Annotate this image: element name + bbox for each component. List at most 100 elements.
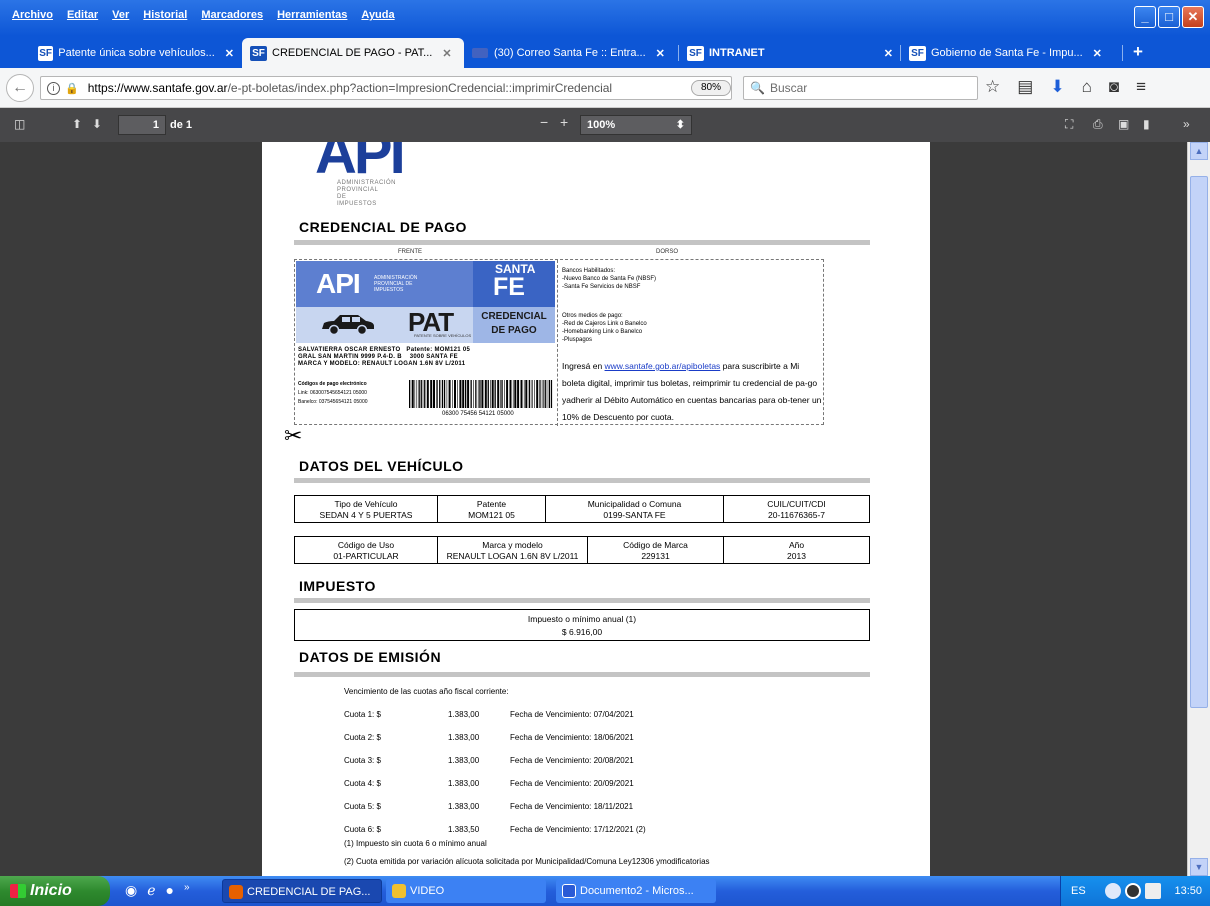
barcode-bar bbox=[465, 380, 467, 408]
tray-back-icon[interactable] bbox=[1105, 883, 1121, 899]
pocket-icon[interactable]: ◙ bbox=[1109, 77, 1119, 97]
barcode-bar bbox=[441, 380, 444, 408]
cuota-fecha: Fecha de Vencimiento: 07/04/2021 bbox=[510, 710, 634, 719]
chevron-icon[interactable]: » bbox=[184, 882, 190, 899]
barcode-bar bbox=[534, 380, 535, 408]
scroll-down-button[interactable]: ▼ bbox=[1190, 858, 1208, 876]
bookmark-icon[interactable]: ▮ bbox=[1143, 117, 1150, 131]
maximize-button[interactable]: □ bbox=[1158, 6, 1180, 28]
barcode-bar bbox=[411, 380, 414, 408]
download-icon[interactable]: ⬇ bbox=[1050, 77, 1064, 97]
barcode-bar bbox=[504, 380, 505, 408]
barcode-bar bbox=[446, 380, 448, 408]
tab-correo[interactable]: (30) Correo Santa Fe :: Entra... ✕ bbox=[464, 38, 679, 68]
tab-credencial[interactable]: SF CREDENCIAL DE PAGO - PAT... ✕ bbox=[242, 38, 464, 68]
hamburger-menu-icon[interactable]: ≡ bbox=[1136, 77, 1146, 97]
menu-herramientas[interactable]: Herramientas bbox=[277, 9, 347, 21]
task-documento[interactable]: Documento2 - Micros... bbox=[556, 879, 716, 903]
card-codes: Códigos de pago electrónico Link: 063007… bbox=[298, 381, 368, 405]
cuota-fecha: Fecha de Vencimiento: 18/06/2021 bbox=[510, 733, 634, 742]
desktop-icon[interactable]: ◉ bbox=[125, 882, 137, 899]
zoom-out-icon[interactable]: − bbox=[540, 114, 548, 130]
zoom-select[interactable]: 100% ⬍ bbox=[580, 115, 692, 135]
menu-ver[interactable]: Ver bbox=[112, 9, 129, 21]
barcode-bar bbox=[481, 380, 484, 408]
task-video[interactable]: VIDEO bbox=[386, 879, 546, 903]
menu-marcadores[interactable]: Marcadores bbox=[201, 9, 263, 21]
menu-ayuda[interactable]: Ayuda bbox=[361, 9, 394, 21]
menu-archivo[interactable]: Archivo bbox=[12, 9, 53, 21]
credencial-card: API ADMINISTRACIÓN PROVINCIAL DE IMPUEST… bbox=[294, 259, 824, 426]
print-icon[interactable]: ⎙ bbox=[1093, 117, 1103, 132]
search-input[interactable]: 🔍 Buscar bbox=[743, 76, 978, 100]
barcode-bar bbox=[479, 380, 481, 408]
url-host: https://www.santafe.gov.ar bbox=[87, 81, 228, 95]
card-credencial-banner: CREDENCIAL DE PAGO bbox=[473, 307, 555, 343]
tools-chevron-icon[interactable]: » bbox=[1183, 117, 1190, 131]
browser-window: Archivo Editar Ver Historial Marcadores … bbox=[0, 0, 1210, 906]
zoom-in-icon[interactable]: + bbox=[560, 114, 568, 130]
barcode-bar bbox=[536, 380, 539, 408]
page-number-input[interactable]: 1 bbox=[118, 115, 166, 135]
barcode-bar bbox=[548, 380, 550, 408]
vertical-scrollbar[interactable]: ▲ ▼ bbox=[1187, 142, 1210, 876]
windows-flag-icon bbox=[10, 884, 26, 898]
reading-list-icon[interactable]: ▤ bbox=[1017, 77, 1033, 97]
apiboletas-link[interactable]: www.santafe.gob.ar/apiboletas bbox=[605, 361, 721, 371]
url-path: /e-pt-boletas/index.php?action=Impresion… bbox=[227, 81, 613, 95]
cuota-monto: 1.383,00 bbox=[448, 756, 480, 765]
barcode-bar bbox=[439, 380, 441, 408]
close-tab-icon[interactable]: ✕ bbox=[884, 47, 893, 60]
url-bar[interactable]: i 🔒 https://www.santafe.gov.ar/e-pt-bole… bbox=[40, 76, 763, 100]
new-tab-button[interactable]: + bbox=[1123, 38, 1153, 68]
start-button[interactable]: Inicio bbox=[0, 876, 110, 906]
firefox-icon[interactable]: ● bbox=[166, 882, 174, 899]
home-icon[interactable]: ⌂ bbox=[1082, 77, 1092, 97]
tab-patente[interactable]: SF Patente única sobre vehículos... ✕ bbox=[30, 38, 242, 68]
close-window-button[interactable]: ✕ bbox=[1182, 6, 1204, 28]
language-indicator[interactable]: ES bbox=[1071, 885, 1086, 897]
zoom-indicator[interactable]: 80% bbox=[691, 80, 731, 96]
tray-app-icon[interactable] bbox=[1125, 883, 1141, 899]
impuesto-table: Impuesto o mínimo anual (1) $ 6.916,00 bbox=[294, 609, 870, 641]
tab-gobierno[interactable]: SF Gobierno de Santa Fe - Impu... ✕ bbox=[901, 38, 1123, 68]
close-tab-icon[interactable]: ✕ bbox=[656, 47, 665, 60]
card-back-otros: Otros medios de pago: -Red de Cajeros Li… bbox=[562, 313, 647, 343]
task-credencial[interactable]: CREDENCIAL DE PAG... bbox=[222, 879, 382, 903]
sidebar-toggle-icon[interactable]: ◫ bbox=[14, 117, 25, 131]
presentation-mode-icon[interactable]: ⛶ bbox=[1065, 117, 1073, 132]
scroll-thumb[interactable] bbox=[1190, 176, 1208, 708]
title-vehiculo: DATOS DEL VEHÍCULO bbox=[299, 458, 464, 474]
scroll-up-button[interactable]: ▲ bbox=[1190, 142, 1208, 160]
barcode-number: 06300 75456 54121 05000 bbox=[442, 411, 514, 417]
minimize-button[interactable]: _ bbox=[1134, 6, 1156, 28]
zoom-value: 100% bbox=[587, 119, 616, 131]
tab-intranet[interactable]: SF INTRANET ✕ bbox=[679, 38, 901, 68]
ie-icon[interactable]: ℯ bbox=[147, 882, 155, 899]
barcode-bar bbox=[512, 380, 514, 408]
menu-historial[interactable]: Historial bbox=[143, 9, 187, 21]
label-dorso: DORSO bbox=[656, 249, 679, 255]
close-tab-icon[interactable]: ✕ bbox=[1093, 47, 1102, 60]
save-icon[interactable]: ▣ bbox=[1118, 117, 1129, 131]
previous-page-icon[interactable]: ⬆ bbox=[72, 117, 82, 131]
sf-favicon-icon: SF bbox=[38, 45, 54, 61]
close-tab-icon[interactable]: ✕ bbox=[225, 47, 234, 60]
barcode-bar bbox=[454, 380, 456, 408]
barcode-bar bbox=[457, 380, 458, 408]
bookmark-star-icon[interactable]: ☆ bbox=[985, 77, 1000, 97]
barcode-bar bbox=[490, 380, 491, 408]
info-icon[interactable]: i bbox=[47, 81, 60, 95]
tray-security-icon[interactable] bbox=[1145, 883, 1161, 899]
pdf-viewer[interactable]: API ADMINISTRACIÓN PROVINCIAL DE IMPUEST… bbox=[0, 142, 1187, 876]
barcode-bar bbox=[523, 380, 525, 408]
barcode-bar bbox=[525, 380, 528, 408]
back-button[interactable]: ← bbox=[6, 73, 34, 102]
close-tab-icon[interactable]: ✕ bbox=[442, 47, 451, 60]
pdf-toolbar: ◫ ⬆ ⬇ 1 de 1 − + 100% ⬍ ⛶ ⎙ ▣ ▮ » bbox=[0, 108, 1210, 142]
barcode-bar bbox=[487, 380, 489, 408]
barcode-bar bbox=[477, 380, 479, 408]
menu-editar[interactable]: Editar bbox=[67, 9, 98, 21]
card-back-bancos: Bancos Habilitados: -Nuevo Banco de Sant… bbox=[562, 268, 657, 290]
next-page-icon[interactable]: ⬇ bbox=[92, 117, 102, 131]
